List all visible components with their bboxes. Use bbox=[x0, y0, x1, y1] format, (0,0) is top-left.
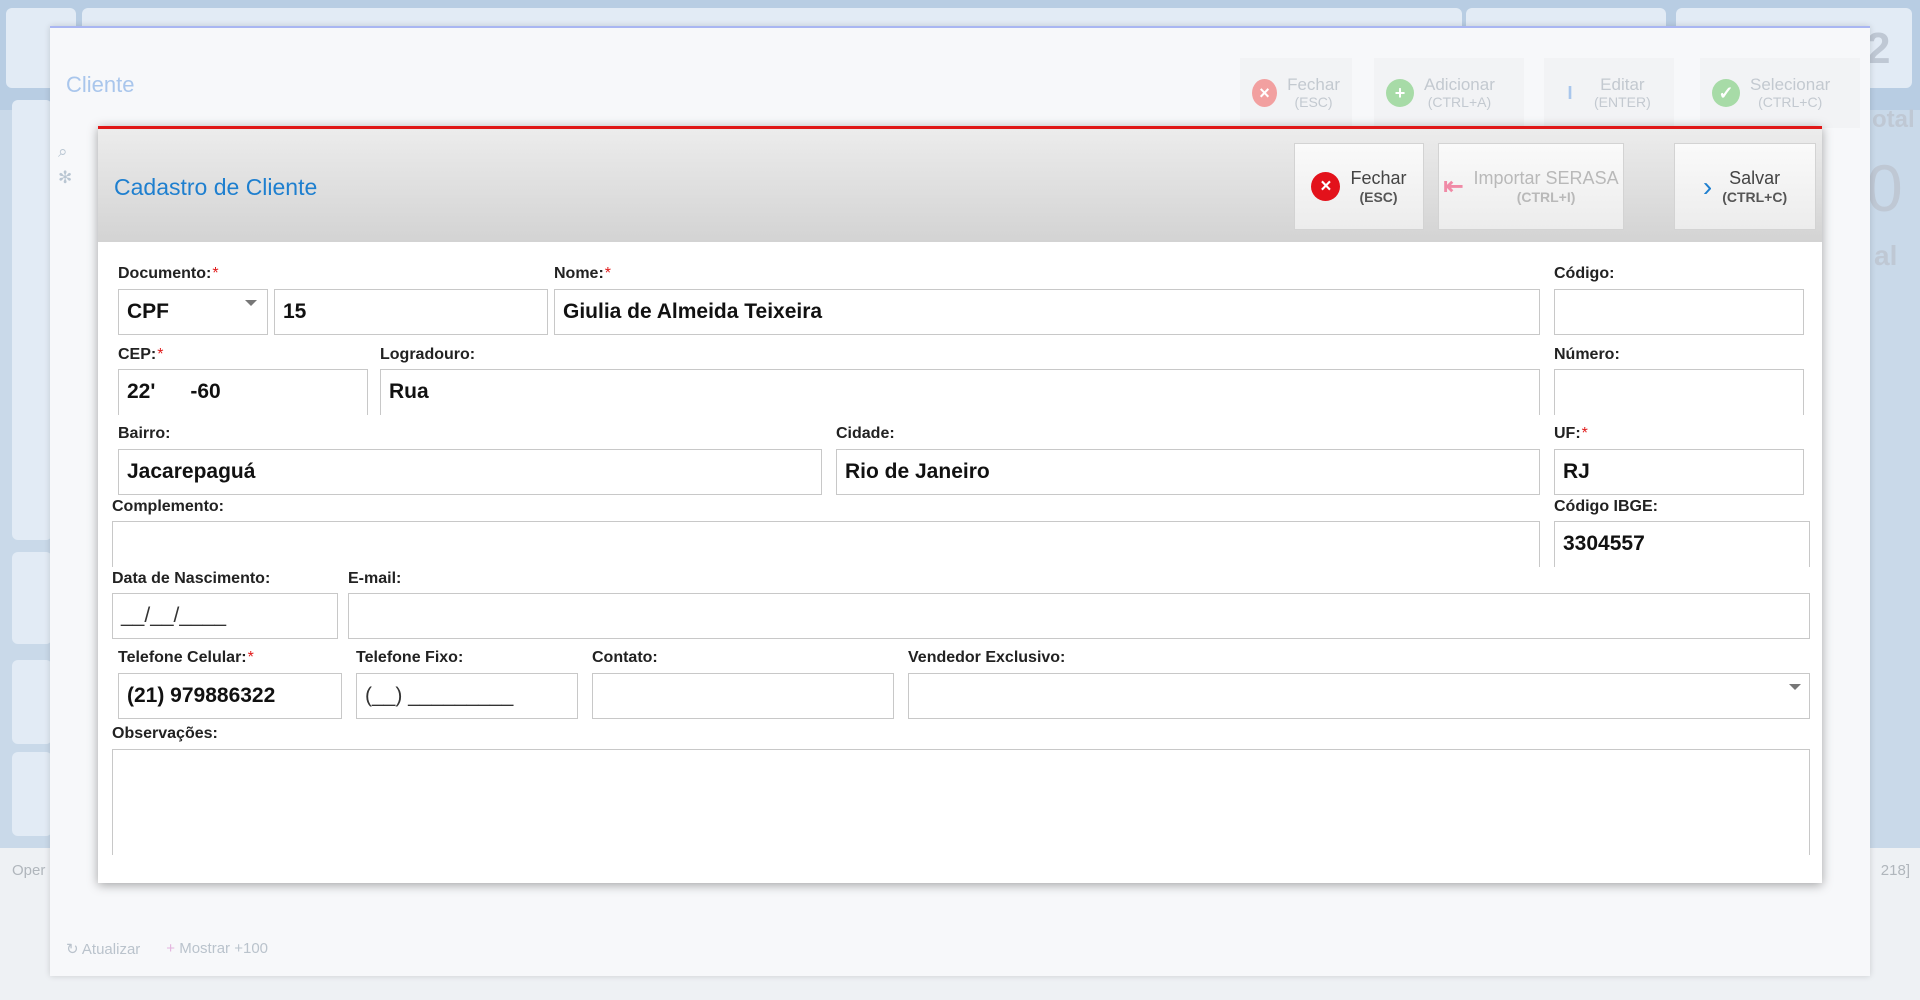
chevron-right-icon: › bbox=[1702, 170, 1713, 202]
check-icon: ✓ bbox=[1712, 79, 1740, 107]
button-label: Fechar bbox=[1287, 74, 1340, 94]
background-oper-label: Oper bbox=[12, 862, 46, 879]
exclusive-seller-select[interactable] bbox=[908, 673, 1810, 719]
save-button[interactable]: › Salvar (CTRL+C) bbox=[1674, 143, 1816, 230]
button-label: Importar SERASA bbox=[1473, 168, 1619, 189]
exclusive-seller-label: Vendedor Exclusivo: bbox=[908, 649, 1066, 666]
document-type-select[interactable]: CPF bbox=[118, 289, 268, 335]
bairro-label: Bairro: bbox=[118, 425, 171, 442]
document-number-input[interactable]: 15 bbox=[274, 289, 548, 335]
landline-phone-input[interactable]: (__) _________ bbox=[356, 673, 578, 719]
numero-label: Número: bbox=[1554, 346, 1620, 363]
code-input[interactable] bbox=[1554, 289, 1804, 335]
city-input[interactable]: Rio de Janeiro bbox=[836, 449, 1540, 495]
import-icon: ⇤ bbox=[1443, 173, 1464, 200]
gear-icon[interactable]: ✻ bbox=[58, 168, 72, 188]
mobile-phone-label: Telefone Celular:* bbox=[118, 649, 254, 666]
search-icon[interactable]: ⌕ bbox=[58, 142, 68, 162]
client-window-footer: ↻ Atualizar + Mostrar +100 bbox=[66, 940, 268, 958]
show-more-button[interactable]: + Mostrar +100 bbox=[166, 940, 268, 958]
button-shortcut: (ESC) bbox=[1359, 188, 1398, 205]
chevron-down-icon bbox=[245, 300, 257, 306]
observations-textarea[interactable] bbox=[112, 749, 1810, 855]
codigo-ibge-label: Código IBGE: bbox=[1554, 498, 1658, 515]
background-number: 0 bbox=[1866, 151, 1903, 225]
codigo-label: Código: bbox=[1554, 265, 1615, 282]
dialog-header: Cadastro de Cliente × Fechar (ESC) ⇤ Imp… bbox=[98, 129, 1822, 242]
outer-add-button[interactable]: + Adicionar (CTRL+A) bbox=[1374, 58, 1524, 128]
background-side-panel bbox=[12, 752, 52, 836]
email-input[interactable] bbox=[348, 593, 1810, 639]
background-count: 218] bbox=[1880, 862, 1910, 879]
cidade-label: Cidade: bbox=[836, 425, 895, 442]
refresh-label: Atualizar bbox=[81, 941, 141, 958]
cep-label: CEP:* bbox=[118, 346, 164, 363]
close-button[interactable]: × Fechar (ESC) bbox=[1294, 143, 1424, 230]
logradouro-label: Logradouro: bbox=[380, 346, 476, 363]
background-label: al bbox=[1874, 240, 1898, 271]
complemento-label: Complemento: bbox=[112, 498, 224, 515]
district-input[interactable]: Jacarepaguá bbox=[118, 449, 822, 495]
background-side-panel bbox=[12, 552, 52, 644]
import-serasa-button[interactable]: ⇤ Importar SERASA (CTRL+I) bbox=[1438, 143, 1624, 230]
close-icon: × bbox=[1252, 79, 1278, 107]
landline-phone-label: Telefone Fixo: bbox=[356, 649, 464, 666]
button-label: Adicionar bbox=[1424, 74, 1495, 94]
refresh-button[interactable]: ↻ Atualizar bbox=[66, 940, 140, 958]
contact-input[interactable] bbox=[592, 673, 894, 719]
state-input[interactable]: RJ bbox=[1554, 449, 1804, 495]
outer-select-button[interactable]: ✓ Selecionar (CTRL+C) bbox=[1700, 58, 1860, 128]
birth-date-input[interactable]: __/__/____ bbox=[112, 593, 338, 639]
button-label: Salvar bbox=[1729, 168, 1781, 189]
complement-input[interactable] bbox=[112, 521, 1540, 567]
show-more-label: Mostrar +100 bbox=[179, 940, 269, 957]
button-shortcut: (CTRL+C) bbox=[1722, 188, 1788, 205]
button-shortcut: (CTRL+C) bbox=[1758, 93, 1823, 110]
client-window-title: Cliente bbox=[66, 72, 135, 97]
client-registration-dialog: Cadastro de Cliente × Fechar (ESC) ⇤ Imp… bbox=[98, 126, 1822, 883]
button-shortcut: (CTRL+I) bbox=[1516, 188, 1576, 205]
text-cursor-icon: I bbox=[1567, 82, 1573, 103]
plus-icon: + bbox=[166, 940, 180, 957]
mobile-phone-input[interactable]: (21) 979886322 bbox=[118, 673, 342, 719]
email-label: E-mail: bbox=[348, 570, 402, 587]
button-label: Editar bbox=[1600, 74, 1645, 94]
background-side-panel bbox=[12, 660, 52, 744]
button-label: Fechar bbox=[1350, 168, 1407, 189]
outer-close-button[interactable]: × Fechar (ESC) bbox=[1240, 58, 1352, 128]
button-shortcut: (ESC) bbox=[1294, 93, 1333, 110]
plus-icon: + bbox=[1386, 79, 1414, 107]
button-shortcut: (ENTER) bbox=[1594, 93, 1651, 110]
outer-edit-button[interactable]: I Editar (ENTER) bbox=[1544, 58, 1674, 128]
ibge-code-input[interactable]: 3304557 bbox=[1554, 521, 1810, 567]
uf-label: UF:* bbox=[1554, 425, 1588, 442]
nome-label: Nome:* bbox=[554, 265, 612, 282]
close-icon: × bbox=[1311, 172, 1341, 201]
button-label: Selecionar bbox=[1750, 74, 1831, 94]
observations-label: Observações: bbox=[112, 725, 218, 742]
street-input[interactable]: Rua bbox=[380, 369, 1540, 415]
refresh-icon: ↻ bbox=[66, 941, 82, 958]
background-side-panel bbox=[12, 100, 52, 540]
birth-date-label: Data de Nascimento: bbox=[112, 570, 271, 587]
document-type-value: CPF bbox=[127, 300, 169, 323]
cep-input[interactable]: 22' -60 bbox=[118, 369, 368, 415]
chevron-down-icon bbox=[1789, 684, 1801, 690]
documento-label: Documento:* bbox=[118, 265, 219, 282]
name-input[interactable]: Giulia de Almeida Teixeira bbox=[554, 289, 1540, 335]
contact-label: Contato: bbox=[592, 649, 658, 666]
dialog-title: Cadastro de Cliente bbox=[114, 174, 318, 200]
background-label: otal bbox=[1872, 106, 1915, 133]
button-shortcut: (CTRL+A) bbox=[1427, 93, 1492, 110]
number-input[interactable] bbox=[1554, 369, 1804, 415]
